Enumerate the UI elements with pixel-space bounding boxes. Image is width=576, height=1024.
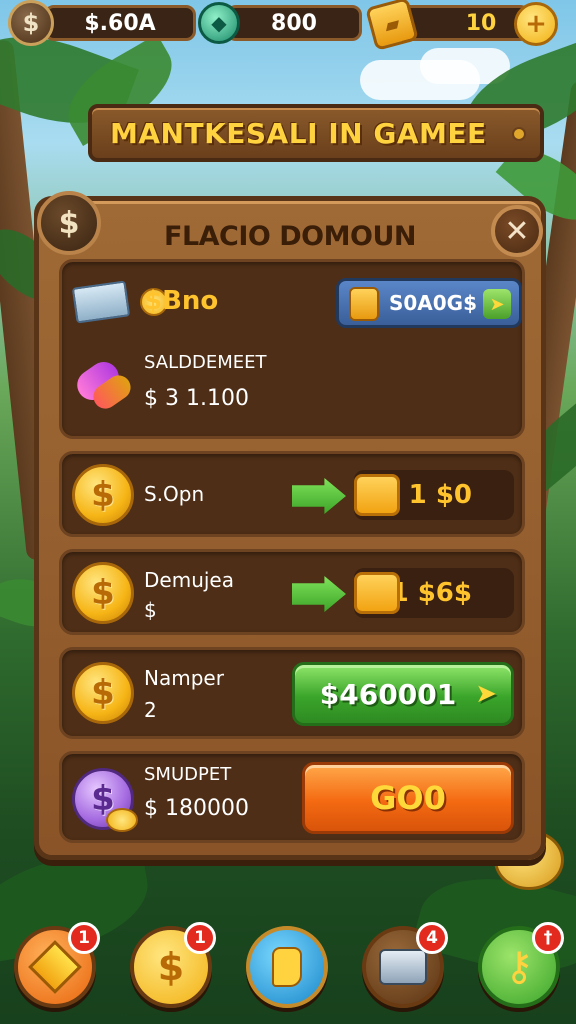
- cash-stack-icon: [71, 280, 131, 324]
- row-1-name: S.Opn: [144, 482, 205, 506]
- row-1-price-text: 1 $0: [408, 480, 472, 510]
- go-button-label: GO0: [370, 779, 446, 817]
- notification-badge: 4: [416, 922, 448, 954]
- gems-value: 800: [271, 10, 317, 36]
- top-hud: $.60A $ 800 ◆ 10 ▰ +: [0, 0, 576, 51]
- cash-bar: $.60A: [44, 5, 196, 41]
- buy-button[interactable]: $460001 ➤: [292, 662, 514, 726]
- tickets-value: 10: [465, 10, 497, 36]
- balance-button-label: S0A0G$: [388, 291, 478, 315]
- gold-coin-icon: $: [72, 464, 134, 526]
- dollar-icon: $: [157, 945, 185, 989]
- shop-panel: FLACIO DOMOUN $ ✕ $Bno S0A0G$ ➤ SALDDEME…: [34, 191, 546, 860]
- gem-icon[interactable]: ◆: [198, 2, 240, 44]
- shop-row-3[interactable]: $ Namper 2 $460001 ➤: [59, 647, 525, 739]
- notification-badge: 1: [184, 922, 216, 954]
- gold-bar-icon: [354, 572, 400, 614]
- close-icon: ✕: [504, 213, 530, 249]
- row-3-name: Namper: [144, 666, 224, 690]
- add-currency-button[interactable]: +: [514, 2, 558, 46]
- nav-coin-button[interactable]: $ 1: [130, 922, 216, 1008]
- chest-icon: [379, 949, 427, 985]
- coin-stack-icon: [349, 287, 379, 321]
- shop-row-4[interactable]: $ SMUDPET $ 180000 GO0: [59, 751, 525, 843]
- notification-badge: 1: [68, 922, 100, 954]
- nav-profile-button[interactable]: ⚷ †: [478, 922, 564, 1008]
- map-icon: [272, 947, 302, 987]
- balance-row: $Bno S0A0G$ ➤ SALDDEMEET $ 3 1.100: [59, 259, 525, 439]
- gems-bar: 800: [226, 5, 362, 41]
- row-3-sub: 2: [144, 698, 157, 722]
- go-button[interactable]: GO0: [302, 762, 514, 834]
- pin-icon: [512, 127, 526, 141]
- row-2-name: Demujea: [144, 568, 234, 592]
- arrow-right-icon: [292, 478, 346, 514]
- row-2-price-text: 1 $6$: [390, 578, 472, 608]
- cash-icon[interactable]: $: [8, 0, 54, 46]
- gold-coin-icon: $: [72, 562, 134, 624]
- title-banner: MANTKESALI IN GAMEE: [88, 104, 544, 162]
- close-button[interactable]: ✕: [491, 205, 543, 257]
- buy-button-label: $460001: [319, 677, 457, 711]
- arrow-right-icon: [292, 576, 346, 612]
- key-icon: ⚷: [504, 944, 534, 990]
- nav-diamond-button[interactable]: 1: [14, 922, 100, 1008]
- gold-coin-icon: $: [72, 662, 134, 724]
- cash-value: $.60A: [84, 10, 156, 36]
- money-bag-glyph: $: [58, 205, 80, 241]
- shop-row-1[interactable]: $ S.Opn 1 $0: [59, 451, 525, 537]
- balance-button[interactable]: S0A0G$ ➤: [336, 278, 522, 328]
- balance-section-value: $ 3 1.100: [144, 386, 249, 411]
- row-4-sub: $ 180000: [144, 796, 249, 821]
- notification-badge: †: [532, 922, 564, 954]
- balance-section-label: SALDDEMEET: [144, 352, 267, 373]
- gold-bar-icon: [354, 474, 400, 516]
- shop-row-2[interactable]: $ Demujea $ 1 $6$: [59, 549, 525, 635]
- balance-top-label: $Bno: [144, 286, 219, 316]
- arrow-right-icon: ➤: [483, 289, 511, 319]
- banner-title: MANTKESALI IN GAMEE: [110, 116, 487, 150]
- nav-map-button[interactable]: [246, 926, 328, 1008]
- coin-small-icon: [106, 808, 138, 832]
- panel-title: FLACIO DOMOUN: [164, 220, 416, 252]
- row-4-name: SMUDPET: [144, 764, 232, 785]
- nav-chest-button[interactable]: 4: [362, 922, 448, 1008]
- arrow-right-icon: ➤: [475, 679, 497, 709]
- row-2-sub: $: [144, 598, 157, 622]
- money-bag-icon: $: [37, 191, 101, 255]
